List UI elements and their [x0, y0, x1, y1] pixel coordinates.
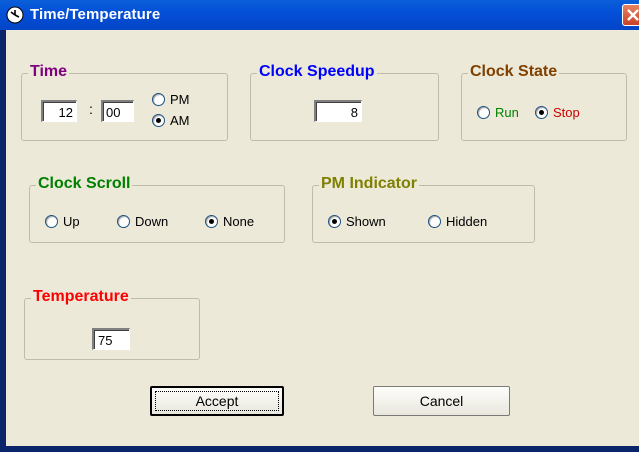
cancel-label: Cancel — [419, 393, 464, 409]
clock-state-group: Clock State Run Stop — [461, 63, 627, 141]
dialog-body: Time 12 : 00 PM AM Clock Speedup 8 Clock… — [6, 30, 639, 446]
scroll-up-dot — [45, 215, 58, 228]
pm-radio-dot — [152, 93, 165, 106]
am-radio-dot — [152, 114, 165, 127]
accept-focus-rect — [155, 391, 279, 411]
pm-hidden-dot — [428, 215, 441, 228]
close-button[interactable] — [622, 4, 639, 26]
am-label: AM — [170, 113, 190, 128]
time-group-title: Time — [28, 63, 70, 81]
clock-speedup-group: Clock Speedup 8 — [250, 63, 439, 141]
scroll-down-label: Down — [135, 214, 169, 229]
close-icon — [627, 9, 639, 21]
minute-field[interactable]: 00 — [101, 100, 134, 122]
temperature-group: Temperature 75 — [24, 288, 200, 360]
clock-speedup-title: Clock Speedup — [257, 63, 377, 81]
window-title: Time/Temperature — [30, 6, 161, 23]
pm-shown-dot — [328, 215, 341, 228]
clock-scroll-group: Clock Scroll Up Down None — [29, 175, 285, 243]
stop-radio-dot — [535, 106, 548, 119]
scroll-up-label: Up — [63, 214, 80, 229]
pm-indicator-title: PM Indicator — [319, 175, 420, 193]
stop-label: Stop — [553, 105, 580, 120]
run-radio-dot — [477, 106, 490, 119]
clock-scroll-title: Clock Scroll — [36, 175, 133, 193]
hour-field[interactable]: 12 — [41, 100, 77, 122]
clock-speedup-field[interactable]: 8 — [314, 100, 362, 122]
pm-hidden-label: Hidden — [446, 214, 488, 229]
temperature-title: Temperature — [31, 288, 131, 306]
time-temperature-dialog: Time/Temperature Time 12 : 00 PM AM Cloc… — [0, 0, 639, 452]
scroll-down-dot — [117, 215, 130, 228]
temperature-field[interactable]: 75 — [92, 328, 130, 350]
accept-button[interactable]: Accept — [150, 386, 284, 416]
clock-state-title: Clock State — [468, 63, 560, 81]
pm-shown-label: Shown — [346, 214, 386, 229]
scroll-none-label: None — [223, 214, 255, 229]
cancel-button[interactable]: Cancel — [373, 386, 510, 416]
pm-label: PM — [170, 92, 190, 107]
clock-icon — [6, 6, 24, 24]
scroll-none-dot — [205, 215, 218, 228]
title-bar[interactable]: Time/Temperature — [0, 0, 639, 30]
time-separator: : — [89, 101, 93, 117]
run-label: Run — [495, 105, 519, 120]
pm-indicator-group: PM Indicator Shown Hidden — [312, 175, 535, 243]
time-group: Time 12 : 00 PM AM — [21, 63, 228, 141]
